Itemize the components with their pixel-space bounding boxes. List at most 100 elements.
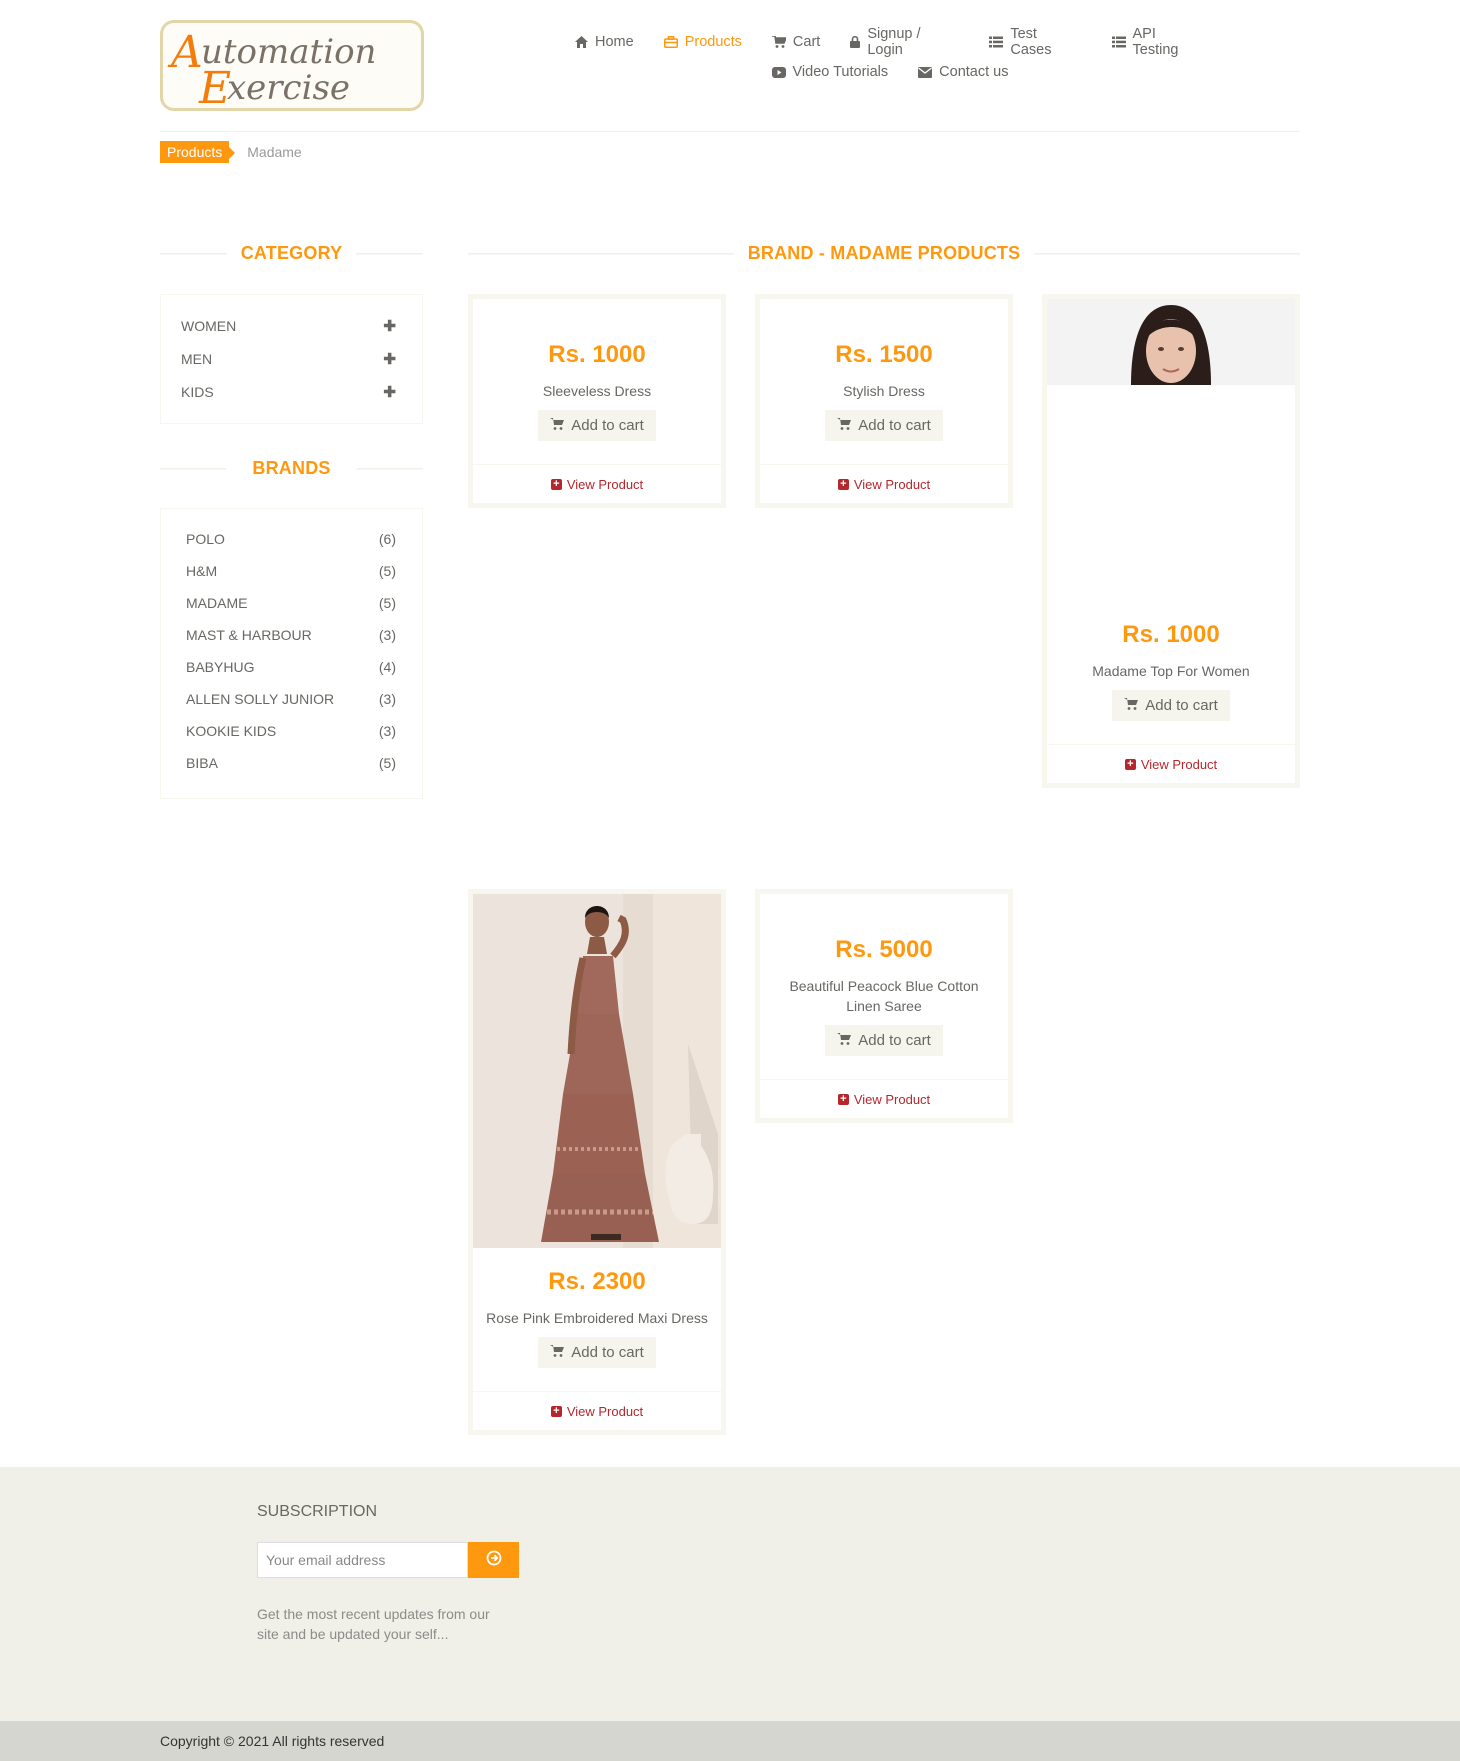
product-card: Rs. 5000 Beautiful Peacock Blue Cotton L… [755, 889, 1013, 1123]
nav-home[interactable]: Home [560, 27, 649, 57]
add-to-cart-button[interactable]: Add to cart [1112, 690, 1230, 721]
cart-icon [550, 1344, 565, 1361]
brand-item-mast-harbour[interactable]: MAST & HARBOUR (3) [161, 619, 422, 651]
copyright-text: Copyright © 2021 All rights reserved [160, 1733, 385, 1749]
nav-video-tutorials[interactable]: Video Tutorials [757, 57, 904, 87]
add-to-cart-label: Add to cart [1145, 697, 1218, 714]
breadcrumb-products[interactable]: Products [160, 141, 236, 163]
brand-name: MAST & HARBOUR [186, 627, 312, 643]
product-card: Rs. 1500 Stylish Dress Add to cart + Vie… [755, 294, 1013, 508]
subscribe-button[interactable] [468, 1542, 519, 1578]
brand-name: POLO [186, 531, 225, 547]
brand-count: (5) [378, 563, 396, 579]
brand-item-polo[interactable]: POLO (6) [161, 523, 422, 555]
home-icon [575, 36, 588, 48]
plus-icon[interactable]: ✚ [383, 350, 396, 368]
plus-icon[interactable]: ✚ [383, 383, 396, 401]
add-to-cart-button[interactable]: Add to cart [538, 410, 656, 441]
view-product-link[interactable]: + View Product [473, 1391, 721, 1430]
product-price: Rs. 1000 [548, 341, 646, 368]
brand-item-madame[interactable]: MADAME (5) [161, 587, 422, 619]
nav-cart[interactable]: Cart [757, 27, 835, 57]
plus-square-icon: + [1124, 758, 1136, 770]
view-product-link[interactable]: + View Product [1047, 744, 1295, 783]
products-title: BRAND - MADAME PRODUCTS [747, 242, 1021, 263]
category-title: CATEGORY [240, 242, 343, 263]
arrow-circle-right-icon [486, 1550, 502, 1571]
brands-title: BRANDS [252, 457, 331, 478]
add-to-cart-button[interactable]: Add to cart [825, 1025, 943, 1056]
cart-icon [550, 417, 565, 434]
breadcrumb-current: Madame [247, 144, 302, 160]
category-kids-label: KIDS [181, 383, 214, 400]
category-kids[interactable]: KIDS ✚ [161, 375, 422, 408]
subscription-form: Your email address [257, 1542, 519, 1578]
nav-home-label: Home [595, 34, 634, 50]
plus-square-icon: + [837, 478, 849, 490]
nav-cart-label: Cart [792, 34, 821, 50]
nav-api-testing-label: API Testing [1132, 26, 1179, 58]
category-women[interactable]: WOMEN ✚ [161, 309, 422, 342]
nav-test-cases[interactable]: Test Cases [974, 26, 1096, 58]
add-to-cart-label: Add to cart [858, 417, 931, 434]
nav-products[interactable]: Products [649, 27, 757, 57]
brand-count: (3) [378, 627, 396, 643]
view-product-label: View Product [566, 476, 644, 492]
brand-name: MADAME [186, 595, 248, 611]
brand-count: (4) [378, 659, 396, 675]
footer-widget [0, 1467, 1460, 1721]
plus-icon[interactable]: ✚ [383, 317, 396, 335]
subscription-title: SUBSCRIPTION [257, 1503, 378, 1520]
view-product-link[interactable]: + View Product [760, 464, 1008, 503]
add-to-cart-label: Add to cart [571, 1344, 644, 1361]
brand-count: (3) [378, 691, 396, 707]
product-card: Rs. 2300 Rose Pink Embroidered Maxi Dres… [468, 889, 726, 1435]
product-image [473, 894, 721, 1248]
brand-item-kookie-kids[interactable]: KOOKIE KIDS (3) [161, 715, 422, 747]
view-product-label: View Product [853, 476, 931, 492]
cart-icon [837, 1032, 852, 1049]
subscription-text: Get the most recent updates from our sit… [257, 1606, 490, 1642]
brand-name: BABYHUG [186, 659, 255, 675]
product-card: Rs. 1000 Madame Top For Women Add to car… [1042, 294, 1300, 788]
products-icon [663, 36, 678, 48]
brand-count: (5) [378, 595, 396, 611]
product-name: Beautiful Peacock Blue Cotton Linen Sare… [789, 978, 979, 1014]
nav-video-tutorials-label: Video Tutorials [792, 64, 889, 80]
envelope-icon [918, 66, 933, 78]
nav-signup-login[interactable]: Signup / Login [835, 26, 974, 58]
site-logo[interactable]: A utomation E xercise [160, 20, 424, 111]
brand-name: KOOKIE KIDS [186, 723, 277, 739]
cart-icon [837, 417, 852, 434]
product-name: Madame Top For Women [1092, 663, 1250, 679]
brand-count: (5) [378, 755, 396, 771]
nav-contact-us[interactable]: Contact us [903, 57, 1023, 87]
logo-image: A utomation E xercise [167, 27, 376, 108]
category-women-label: WOMEN [181, 317, 237, 334]
view-product-link[interactable]: + View Product [760, 1079, 1008, 1118]
nav-signup-login-label: Signup / Login [867, 26, 921, 58]
cart-icon [771, 36, 786, 48]
subscribe-email-input[interactable]: Your email address [257, 1542, 468, 1578]
youtube-icon [771, 66, 786, 78]
svg-text:xercise: xercise [227, 68, 350, 108]
brand-item-allen-solly-junior[interactable]: ALLEN SOLLY JUNIOR (3) [161, 683, 422, 715]
products-heading: BRAND - MADAME PRODUCTS [468, 241, 1300, 265]
add-to-cart-button[interactable]: Add to cart [538, 1337, 656, 1368]
product-name: Sleeveless Dress [542, 383, 652, 399]
brand-name: H&M [186, 563, 218, 579]
product-price: Rs. 5000 [835, 936, 933, 963]
list-icon [1111, 36, 1126, 48]
list-icon [989, 36, 1004, 48]
nav-api-testing[interactable]: API Testing [1097, 26, 1221, 58]
lock-icon [850, 36, 861, 48]
plus-square-icon: + [550, 478, 562, 490]
view-product-link[interactable]: + View Product [473, 464, 721, 503]
brand-item-hm[interactable]: H&M (5) [161, 555, 422, 587]
brand-item-biba[interactable]: BIBA (5) [161, 747, 422, 779]
add-to-cart-button[interactable]: Add to cart [825, 410, 943, 441]
view-product-label: View Product [1140, 756, 1218, 772]
brand-count: (6) [378, 531, 396, 547]
brand-item-babyhug[interactable]: BABYHUG (4) [161, 651, 422, 683]
category-men[interactable]: MEN ✚ [161, 342, 422, 375]
